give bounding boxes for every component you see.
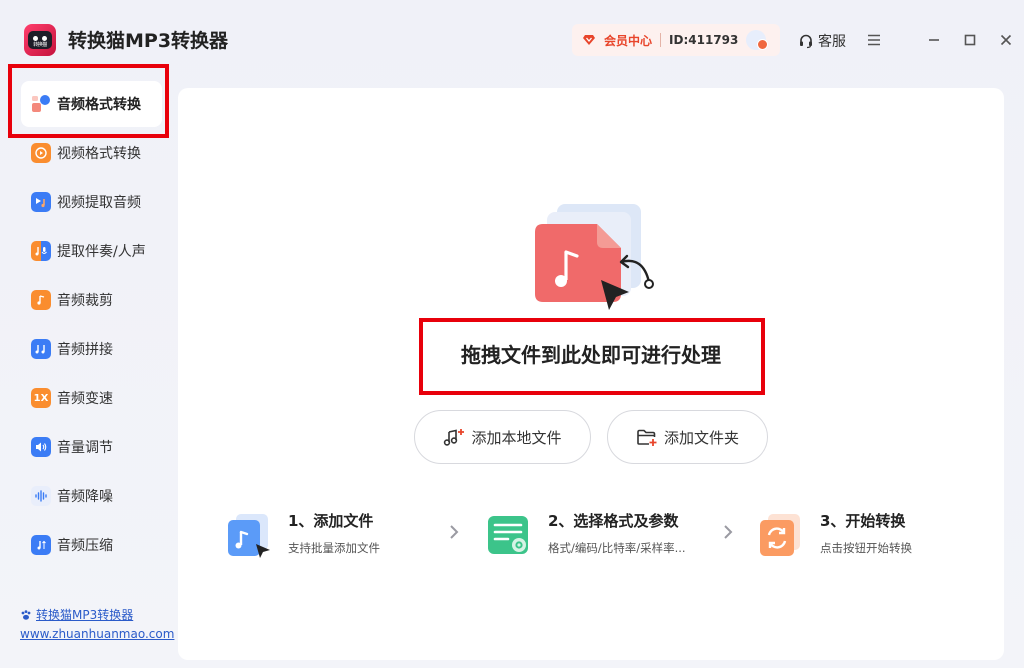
chevron-right-icon xyxy=(724,525,733,539)
sidebar-item-label: 视频格式转换 xyxy=(57,146,141,162)
video-extract-audio-icon xyxy=(31,192,51,212)
add-music-file-icon xyxy=(444,429,465,446)
customer-service-label: 客服 xyxy=(818,34,846,50)
sidebar-item-audio-cut[interactable]: 音频裁剪 xyxy=(21,277,162,323)
chevron-right-icon xyxy=(450,525,459,539)
audio-file-drop-icon xyxy=(535,204,654,310)
site-links: 转换猫MP3转换器 www.zhuanhuanmao.com xyxy=(20,606,174,642)
sidebar-item-audio-merge[interactable]: 音频拼接 xyxy=(21,326,162,372)
avatar[interactable] xyxy=(746,30,769,50)
add-local-file-label: 添加本地文件 xyxy=(471,428,562,447)
close-button[interactable] xyxy=(996,30,1016,50)
website-link[interactable]: www.zhuanhuanmao.com xyxy=(20,626,174,642)
highlight-box-sidebar xyxy=(8,64,169,138)
sidebar-item-label: 视频提取音频 xyxy=(57,195,141,211)
paw-icon xyxy=(21,610,31,620)
minimize-icon xyxy=(929,39,939,41)
step-title: 1、添加文件 xyxy=(288,512,374,530)
add-local-file-button[interactable]: 添加本地文件 xyxy=(414,410,591,464)
sidebar-item-label: 提取伴奏/人声 xyxy=(57,244,146,260)
add-folder-icon xyxy=(637,429,657,446)
vip-center-button[interactable]: 会员中心 ID:411793 xyxy=(572,24,780,56)
menu-icon xyxy=(868,34,880,46)
diamond-icon xyxy=(583,35,595,45)
sidebar-item-volume[interactable]: 音量调节 xyxy=(21,424,162,470)
audio-cut-icon xyxy=(31,290,51,310)
headset-icon xyxy=(800,34,812,49)
convert-step-icon xyxy=(760,514,800,556)
sidebar-item-label: 音频降噪 xyxy=(57,489,113,505)
user-id: ID:411793 xyxy=(669,33,739,47)
format-settings-step-icon xyxy=(488,516,528,554)
divider xyxy=(660,33,662,47)
sidebar-item-vocal-separate[interactable]: 提取伴奏/人声 xyxy=(21,228,162,274)
sidebar-item-audio-compress[interactable]: 音频压缩 xyxy=(21,522,162,568)
close-icon xyxy=(1000,34,1012,46)
sidebar-item-video-extract-audio[interactable]: 视频提取音频 xyxy=(21,179,162,225)
minimize-button[interactable] xyxy=(924,30,944,50)
add-file-step-icon xyxy=(228,514,270,558)
step-choose-format: 2、选择格式及参数 格式/编码/比特率/采样率... xyxy=(486,508,716,568)
sidebar-item-audio-speed[interactable]: 1X 音频变速 xyxy=(21,375,162,421)
audio-merge-icon xyxy=(31,339,51,359)
maximize-icon xyxy=(964,34,976,46)
vip-center-label: 会员中心 xyxy=(604,33,653,48)
maximize-button[interactable] xyxy=(960,30,980,50)
step-add-file: 1、添加文件 支持批量添加文件 xyxy=(226,508,416,568)
sidebar-item-label: 音频拼接 xyxy=(57,342,113,358)
vocal-separate-icon xyxy=(31,241,51,261)
app-logo: 转换猫 xyxy=(24,24,56,56)
sidebar-item-denoise[interactable]: 音频降噪 xyxy=(21,473,162,519)
step-title: 2、选择格式及参数 xyxy=(548,512,679,530)
step-start-convert: 3、开始转换 点击按钮开始转换 xyxy=(758,508,948,568)
add-folder-button[interactable]: 添加文件夹 xyxy=(607,410,768,464)
sidebar-item-label: 音频裁剪 xyxy=(57,293,113,309)
add-folder-label: 添加文件夹 xyxy=(663,428,739,447)
customer-service-button[interactable]: 客服 xyxy=(798,31,846,51)
step-desc: 点击按钮开始转换 xyxy=(820,541,912,555)
denoise-icon xyxy=(31,486,51,506)
app-title: 转换猫MP3转换器 xyxy=(68,30,229,52)
step-desc: 格式/编码/比特率/采样率... xyxy=(548,541,686,555)
step-desc: 支持批量添加文件 xyxy=(288,541,380,555)
highlight-box-drop-text xyxy=(419,318,765,395)
sidebar-item-label: 音频变速 xyxy=(57,391,113,407)
audio-compress-icon xyxy=(31,535,51,555)
menu-button[interactable] xyxy=(864,30,884,50)
step-title: 3、开始转换 xyxy=(820,512,906,530)
volume-icon xyxy=(31,437,51,457)
footer-app-link-label: 转换猫MP3转换器 xyxy=(36,608,134,622)
sidebar-item-label: 音量调节 xyxy=(57,440,113,456)
footer-app-link[interactable]: 转换猫MP3转换器 xyxy=(20,606,174,624)
video-convert-icon xyxy=(31,143,51,163)
audio-speed-icon: 1X xyxy=(31,388,51,408)
steps-guide: 1、添加文件 支持批量添加文件 2、选择格式及参数 格式/编码/比特率/采样率.… xyxy=(226,508,946,568)
sidebar: 音频格式转换 视频格式转换 视频提取音频 提取伴奏/人声 音频裁剪 音频拼接 1… xyxy=(0,80,176,668)
sidebar-item-label: 音频压缩 xyxy=(57,538,113,554)
